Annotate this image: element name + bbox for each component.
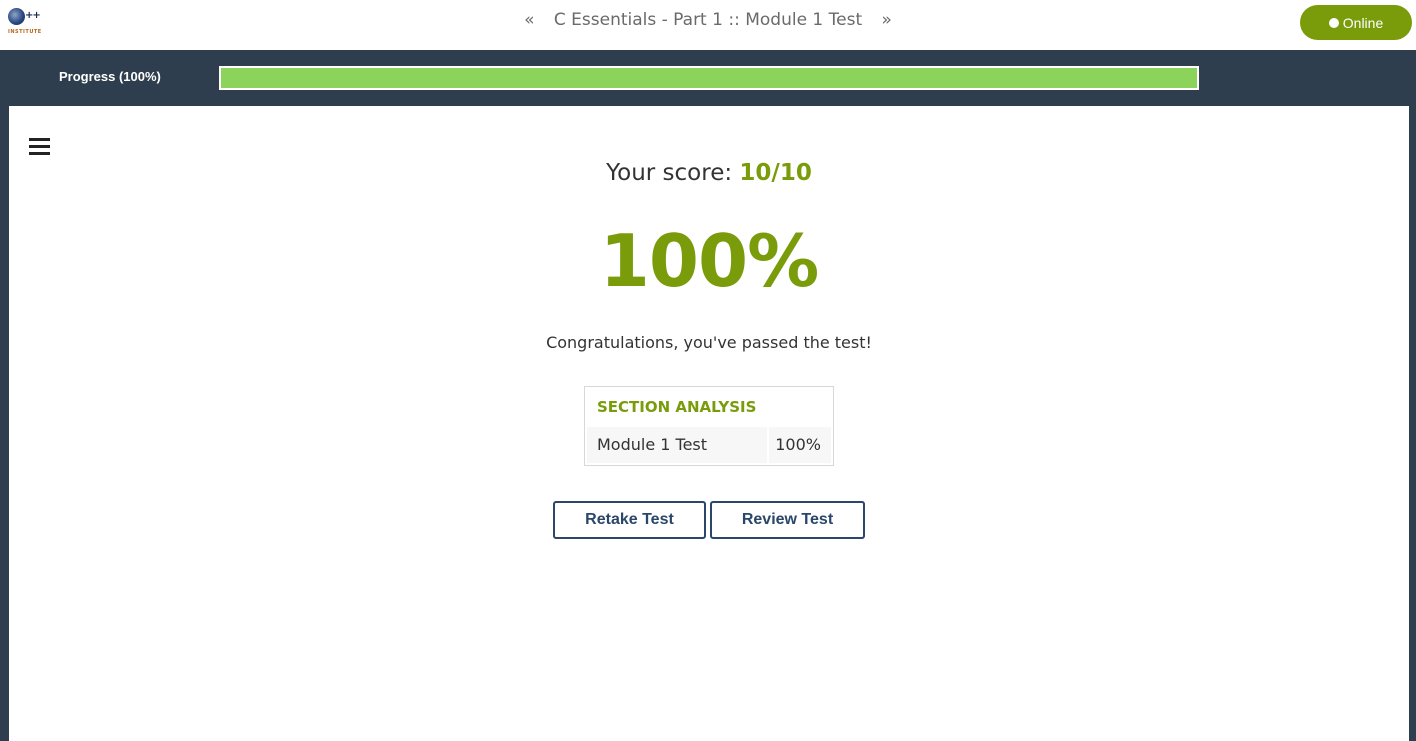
- score-line: Your score: 10/10: [9, 160, 1409, 186]
- double-chevron-right-icon[interactable]: »: [882, 10, 892, 30]
- score-value: 10/10: [739, 160, 812, 186]
- result-message: Congratulations, you've passed the test!: [546, 333, 872, 352]
- top-bar: ++ INSTITUTE « C Essentials - Part 1 :: …: [0, 0, 1416, 50]
- progress-label: Progress (100%): [59, 69, 161, 84]
- score-prefix: Your score:: [606, 160, 733, 186]
- progress-row: Progress (100%): [0, 50, 1416, 106]
- section-name: Module 1 Test: [597, 435, 708, 454]
- online-dot-icon: [1328, 17, 1339, 28]
- score-percent: 100%: [599, 219, 819, 303]
- retake-test-button[interactable]: Retake Test: [553, 501, 706, 539]
- section-score: 100%: [775, 435, 821, 454]
- review-test-button[interactable]: Review Test: [710, 501, 865, 539]
- progress-bar-fill: [221, 68, 1197, 88]
- online-status-label: Online: [1342, 14, 1384, 31]
- online-status-button[interactable]: Online: [1300, 5, 1412, 40]
- course-navigation: « C Essentials - Part 1 :: Module 1 Test…: [0, 10, 1416, 30]
- cell-divider: [767, 427, 769, 463]
- page-title: C Essentials - Part 1 :: Module 1 Test: [553, 10, 863, 30]
- section-analysis-heading: SECTION ANALYSIS: [597, 398, 757, 416]
- hamburger-menu-icon[interactable]: [29, 138, 50, 156]
- double-chevron-left-icon[interactable]: «: [524, 10, 534, 30]
- progress-bar: [219, 66, 1199, 90]
- table-row: Module 1 Test 100%: [587, 427, 831, 463]
- results-panel: Your score: 10/10 100% Congratulations, …: [9, 106, 1409, 741]
- section-analysis-table: SECTION ANALYSIS Module 1 Test 100%: [584, 386, 834, 466]
